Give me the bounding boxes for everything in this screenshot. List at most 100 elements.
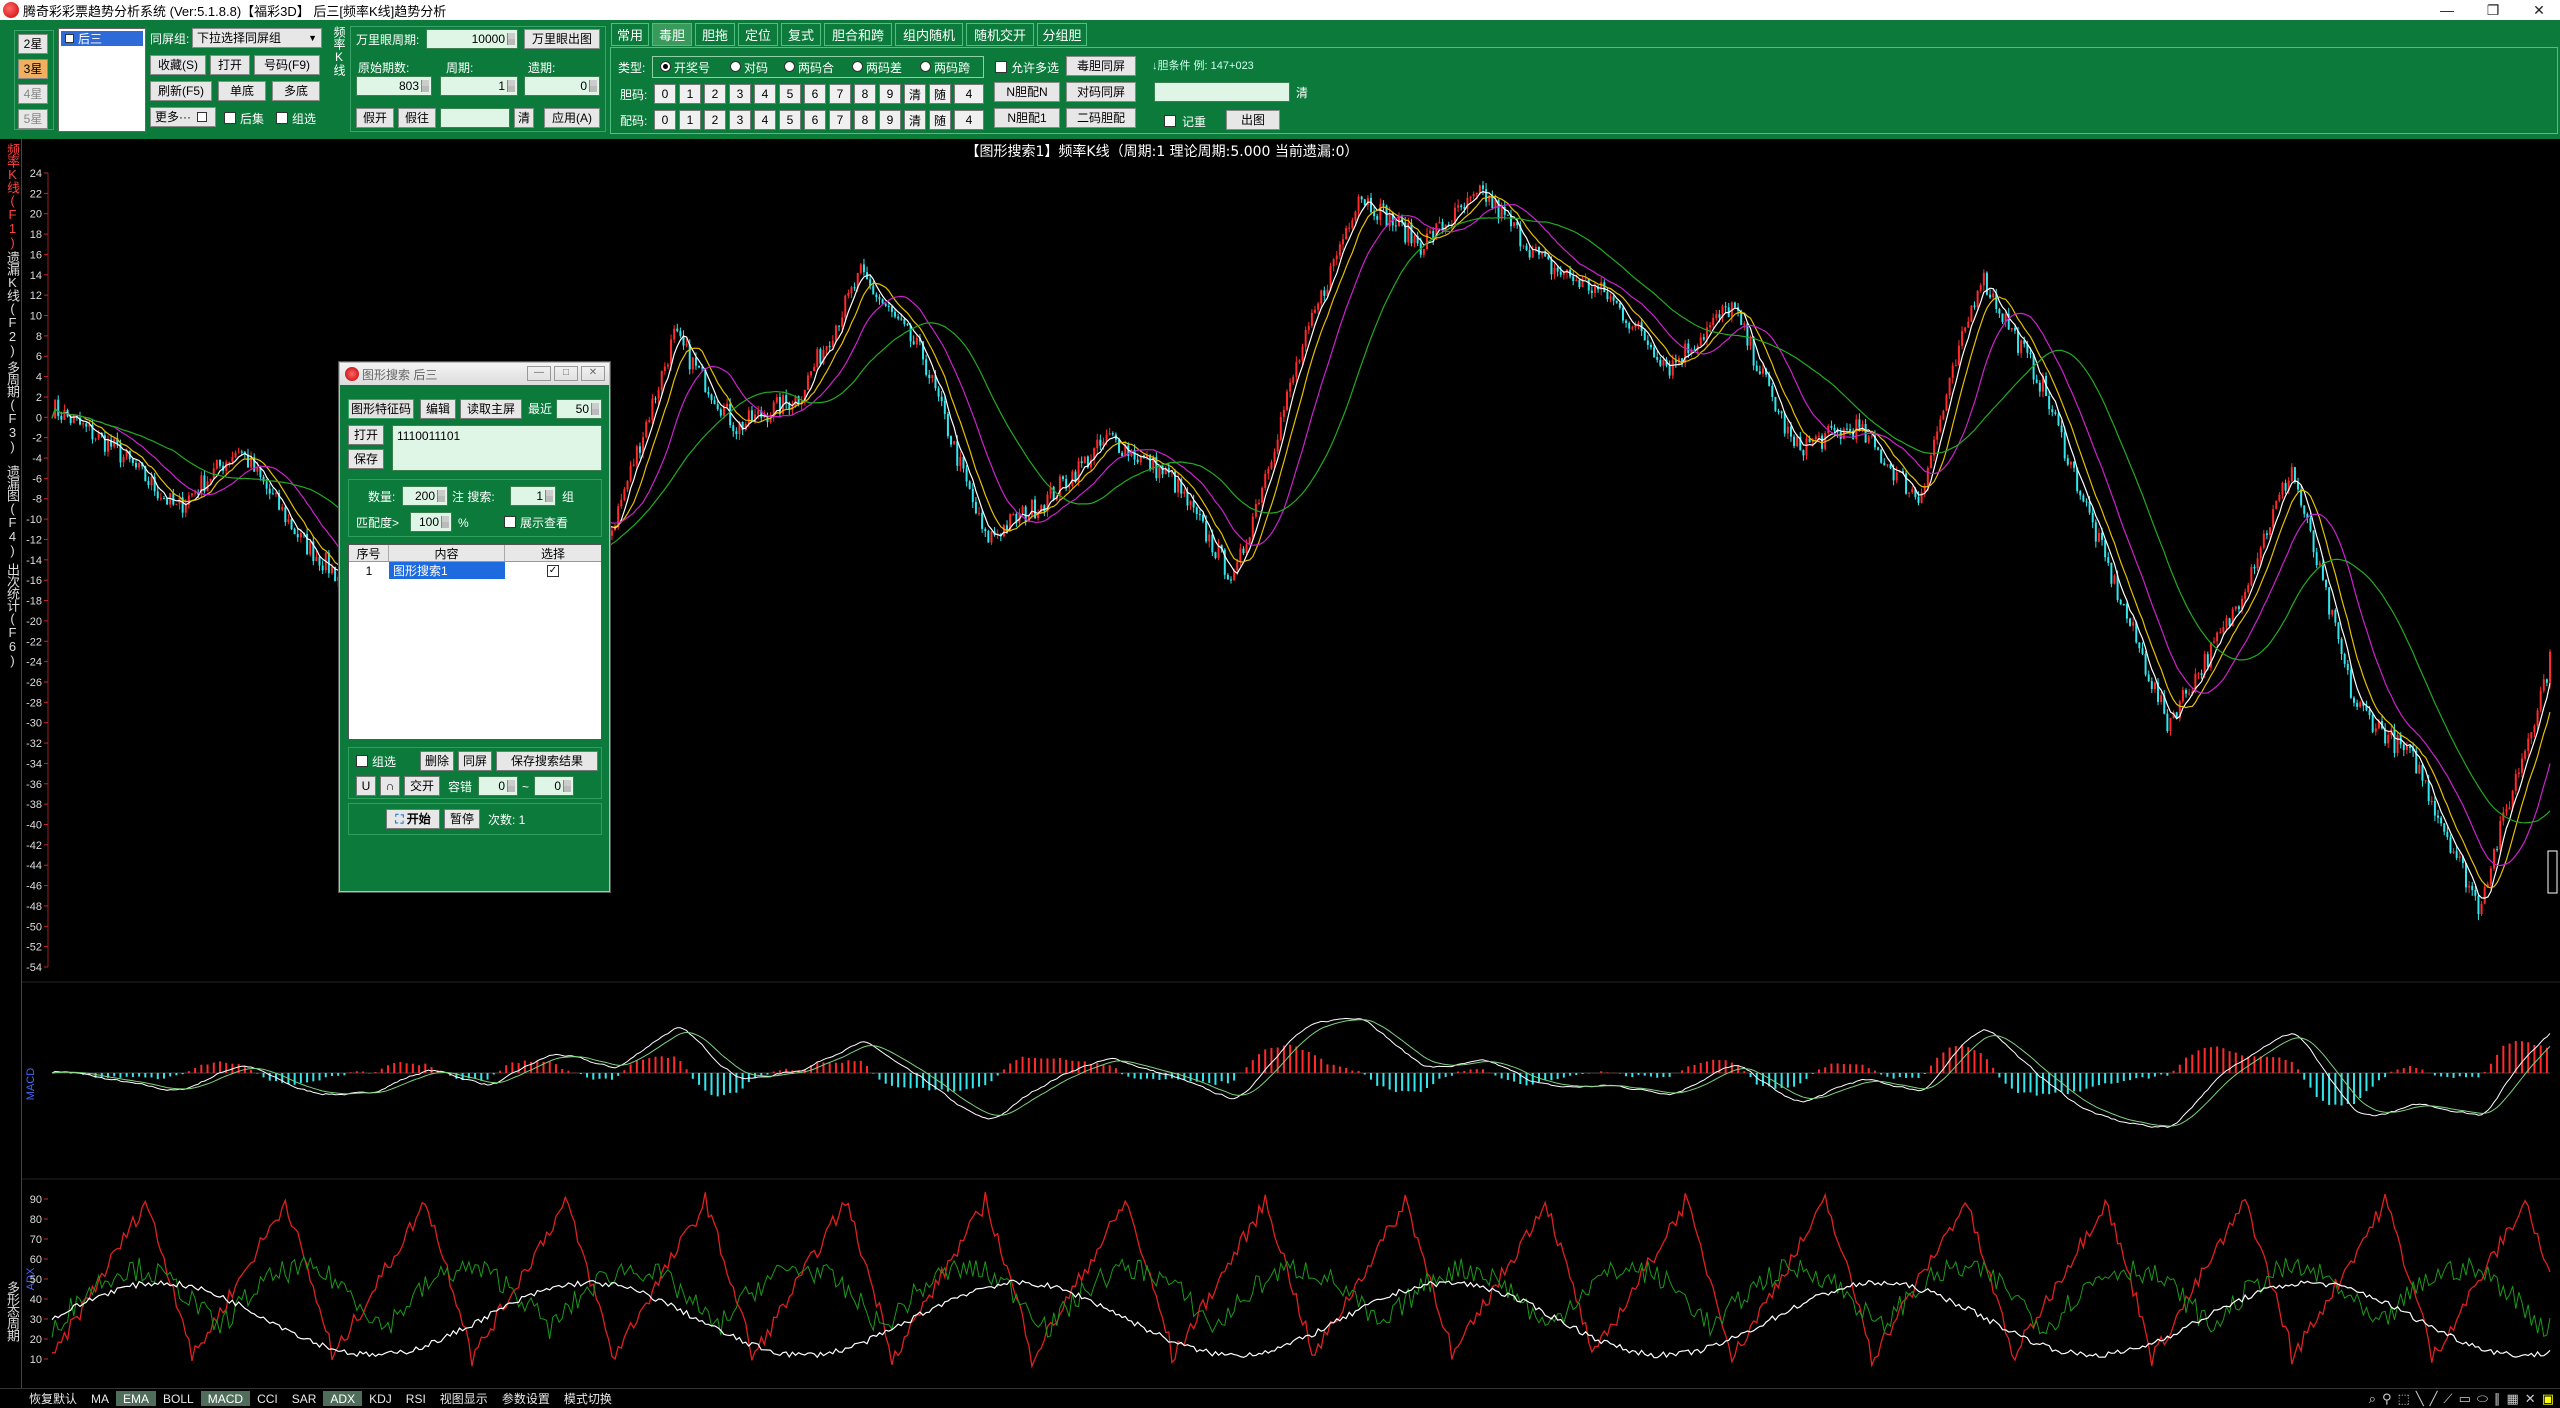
- type-radio-pair[interactable]: [730, 61, 741, 72]
- pei-digit-4[interactable]: 4: [754, 110, 776, 130]
- cycle-input[interactable]: 1: [440, 76, 518, 96]
- type-radio-diff[interactable]: [852, 61, 863, 72]
- clear-button[interactable]: 清: [514, 108, 534, 128]
- group-select-checkbox[interactable]: [276, 112, 288, 124]
- period-total-input[interactable]: 803: [356, 76, 432, 96]
- pei-count-spinner[interactable]: 4: [954, 110, 984, 130]
- dan-digit-6[interactable]: 6: [804, 84, 826, 104]
- indicator-ema[interactable]: EMA: [116, 1391, 157, 1406]
- dan-random-button[interactable]: 随: [929, 84, 951, 104]
- table-row[interactable]: 1 图形搜索1 ✓: [349, 562, 601, 579]
- type-radio-draw[interactable]: [660, 61, 671, 72]
- dan-digit-9[interactable]: 9: [879, 84, 901, 104]
- dan-digit-4[interactable]: 4: [754, 84, 776, 104]
- minimize-icon[interactable]: —: [2424, 0, 2470, 20]
- n-dan-pei-n-button[interactable]: N胆配N: [994, 82, 1060, 102]
- indicator-ma[interactable]: MA: [84, 1391, 116, 1406]
- start-button[interactable]: ⛶ 开始: [386, 809, 440, 829]
- ellipse-icon[interactable]: ⬭: [2477, 1391, 2488, 1407]
- dan-digit-7[interactable]: 7: [829, 84, 851, 104]
- pei-digit-2[interactable]: 2: [704, 110, 726, 130]
- tab-multi-form-period[interactable]: 多形态周期(F8): [0, 1281, 20, 1388]
- list-item[interactable]: 后三: [61, 31, 143, 46]
- grid-icon[interactable]: ▦: [2507, 1391, 2519, 1407]
- rect-icon[interactable]: ▭: [2459, 1391, 2471, 1407]
- pei-clear-button[interactable]: 清: [904, 110, 926, 130]
- type-radio-sum[interactable]: [784, 61, 795, 72]
- view-display-button[interactable]: 视图显示: [433, 1391, 495, 1406]
- tab-common[interactable]: 常用: [611, 23, 649, 46]
- intersect-button[interactable]: ∩: [380, 776, 400, 796]
- param-settings-button[interactable]: 参数设置: [495, 1391, 557, 1406]
- tab-missing-kline[interactable]: 遗漏K线(F2): [2, 251, 20, 357]
- edit-button[interactable]: 编辑: [420, 399, 456, 419]
- indicator-kdj[interactable]: KDJ: [362, 1391, 399, 1406]
- indicator-cci[interactable]: CCI: [250, 1391, 285, 1406]
- wanli-period-input[interactable]: 10000: [426, 29, 518, 49]
- save-results-button[interactable]: 保存搜索结果: [496, 751, 598, 771]
- kill-clear-label[interactable]: 清: [1296, 87, 1308, 99]
- fake-past-button[interactable]: 假往: [398, 108, 436, 128]
- pin-icon[interactable]: ⚲: [2382, 1391, 2392, 1407]
- two-code-dan-button[interactable]: 二码胆配: [1066, 108, 1136, 128]
- dan-count-spinner[interactable]: 4: [954, 84, 984, 104]
- pei-digit-9[interactable]: 9: [879, 110, 901, 130]
- count-input[interactable]: 200: [402, 486, 448, 506]
- highlight-icon[interactable]: ▣: [2542, 1391, 2554, 1407]
- row-select-checkbox[interactable]: ✓: [547, 564, 559, 577]
- refresh-button[interactable]: 刷新(F5): [150, 81, 212, 101]
- dan-digit-1[interactable]: 1: [679, 84, 701, 104]
- star-4-button[interactable]: 4星: [18, 84, 48, 104]
- fake-open-button[interactable]: 假开: [356, 108, 394, 128]
- show-only-checkbox[interactable]: [504, 516, 516, 528]
- mode-switch-button[interactable]: 模式切换: [557, 1391, 619, 1406]
- record-checkbox[interactable]: [1164, 115, 1176, 127]
- tab-dudan[interactable]: 毒胆: [652, 23, 692, 46]
- result-table[interactable]: 序号 内容 选择 1 图形搜索1 ✓: [348, 544, 602, 740]
- n-dan-pei-1-button[interactable]: N胆配1: [994, 108, 1060, 128]
- pei-digit-6[interactable]: 6: [804, 110, 826, 130]
- dialog-group-checkbox[interactable]: [356, 755, 368, 767]
- chart-out-button[interactable]: 出图: [1226, 110, 1280, 130]
- fake-value-input[interactable]: [440, 108, 510, 128]
- tab-group-random[interactable]: 组内随机: [895, 23, 963, 46]
- favorite-button[interactable]: 收藏(S): [150, 55, 206, 75]
- dan-digit-8[interactable]: 8: [854, 84, 876, 104]
- more-button[interactable]: 更多···: [150, 107, 216, 127]
- tab-frequency-kline[interactable]: 频率K线(F1): [2, 143, 20, 249]
- tab-random-cross[interactable]: 随机交开: [966, 23, 1034, 46]
- pattern-code-input[interactable]: 1110011101: [392, 425, 602, 471]
- dan-digit-5[interactable]: 5: [779, 84, 801, 104]
- line-icon[interactable]: ╲: [2416, 1391, 2424, 1407]
- tab-dan-sum-span[interactable]: 胆合和跨: [824, 23, 892, 46]
- search-count-input[interactable]: 1: [510, 486, 556, 506]
- segment-icon[interactable]: ⟋: [2443, 1391, 2452, 1407]
- wanli-chart-button[interactable]: 万里眼出图: [524, 29, 600, 49]
- multi-bottom-button[interactable]: 多底: [272, 81, 320, 101]
- zoom-icon[interactable]: ⌕: [2369, 1391, 2376, 1407]
- dan-clear-button[interactable]: 清: [904, 84, 926, 104]
- indicator-adx[interactable]: ADX: [323, 1391, 363, 1406]
- scroll-handle[interactable]: [2547, 850, 2558, 894]
- pei-digit-3[interactable]: 3: [729, 110, 751, 130]
- indicator-restore-default[interactable]: 恢复默认: [22, 1391, 84, 1406]
- read-main-button[interactable]: 读取主屏: [460, 399, 522, 419]
- pei-random-button[interactable]: 随: [929, 110, 951, 130]
- pei-digit-8[interactable]: 8: [854, 110, 876, 130]
- star-3-button[interactable]: 3星: [18, 59, 48, 79]
- channel-icon[interactable]: ∥: [2494, 1391, 2501, 1407]
- recent-input[interactable]: 50: [556, 399, 602, 419]
- pei-digit-5[interactable]: 5: [779, 110, 801, 130]
- apply-button[interactable]: 应用(A): [544, 108, 600, 128]
- ray-icon[interactable]: ╱: [2430, 1391, 2438, 1407]
- dialog-open-button[interactable]: 打开: [348, 425, 384, 445]
- dan-digit-0[interactable]: 0: [654, 84, 676, 104]
- indicator-rsi[interactable]: RSI: [399, 1391, 433, 1406]
- dudan-screen-button[interactable]: 毒胆同屏: [1066, 56, 1136, 76]
- dialog-save-button[interactable]: 保存: [348, 449, 384, 469]
- position-list[interactable]: 后三: [58, 28, 146, 132]
- fault-to-input[interactable]: 0: [534, 776, 574, 796]
- pei-digit-0[interactable]: 0: [654, 110, 676, 130]
- screen-group-select[interactable]: 下拉选择同屏组 ▼: [192, 28, 322, 48]
- dan-digit-3[interactable]: 3: [729, 84, 751, 104]
